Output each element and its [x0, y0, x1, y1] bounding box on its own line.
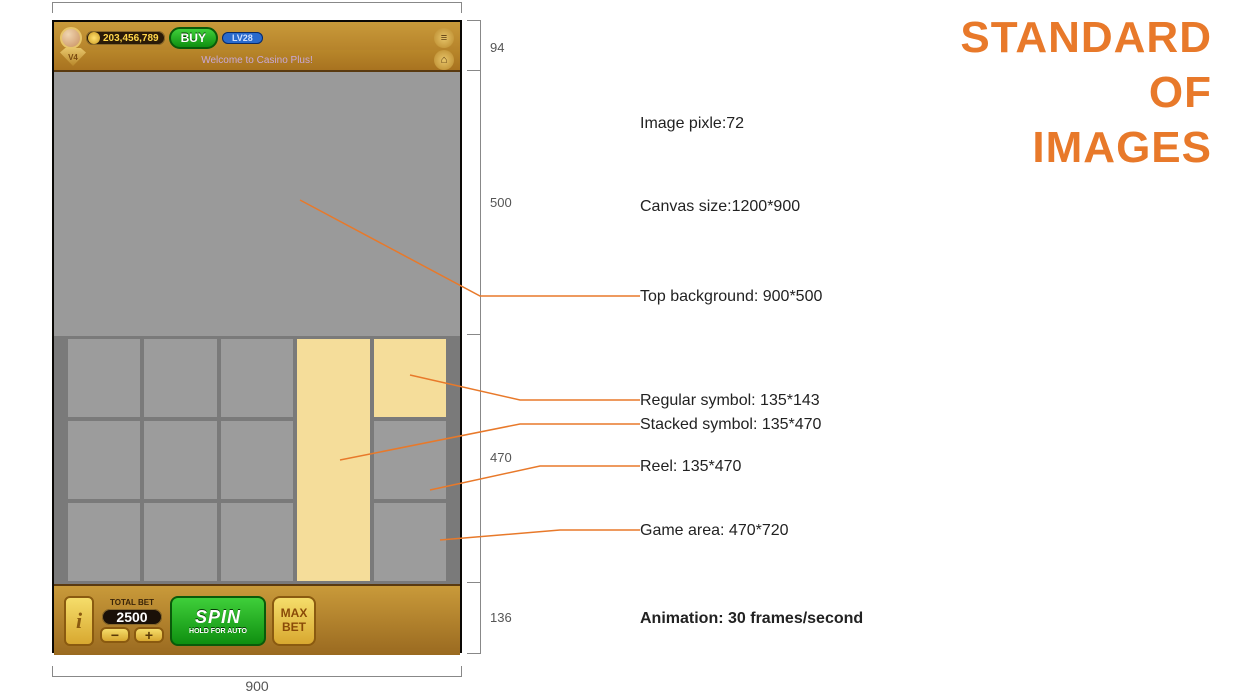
- spec-regular-symbol: Regular symbol: 135*143: [640, 392, 820, 410]
- buy-button[interactable]: BUY: [169, 27, 218, 49]
- dimension-top-label: 720: [245, 0, 268, 1]
- top-background-area: [54, 72, 460, 336]
- game-footer: i TOTAL BET 2500 − + SPIN HOLD FOR AUTO …: [54, 584, 460, 655]
- spec-reel: Reel: 135*470: [640, 458, 741, 476]
- dimension-bottom-label: 900: [245, 678, 268, 694]
- dimension-footer-h: 136: [490, 610, 512, 625]
- home-button[interactable]: ⌂: [434, 50, 454, 70]
- level-badge[interactable]: LV28: [222, 32, 263, 44]
- spec-top-bg: Top background: 900*500: [640, 288, 822, 306]
- title-line-3: IMAGES: [960, 120, 1212, 175]
- dimension-bottom: 900: [52, 663, 462, 677]
- stacked-symbol: [297, 339, 369, 581]
- total-bet-label: TOTAL BET: [110, 598, 154, 607]
- max-bet-line2: BET: [282, 621, 306, 634]
- spin-button[interactable]: SPIN HOLD FOR AUTO: [170, 596, 266, 646]
- spec-canvas-size: Canvas size:1200*900: [640, 198, 800, 216]
- info-button[interactable]: i: [64, 596, 94, 646]
- coin-value: 203,456,789: [103, 33, 159, 44]
- symbol-cell: [221, 421, 293, 499]
- marquee-text: Welcome to Casino Plus!: [201, 55, 313, 66]
- symbol-cell: [221, 503, 293, 581]
- bet-plus-button[interactable]: +: [134, 627, 164, 643]
- symbol-cell: [374, 503, 446, 581]
- symbol-cell: [68, 421, 140, 499]
- symbol-cell: [374, 421, 446, 499]
- title-line-2: OF: [960, 65, 1212, 120]
- dimension-top: 720: [52, 2, 462, 16]
- game-header: 203,456,789 BUY LV28 ≡ V4 Welcome to Cas…: [54, 22, 460, 72]
- total-bet-box: TOTAL BET 2500 − +: [100, 598, 164, 643]
- regular-symbol-highlight: [374, 339, 446, 417]
- symbol-cell: [68, 503, 140, 581]
- vip-badge[interactable]: V4: [60, 48, 86, 66]
- page-title: STANDARD OF IMAGES: [960, 10, 1212, 175]
- reel-5: [374, 339, 446, 581]
- total-bet-value: 2500: [102, 609, 161, 625]
- spec-game-area: Game area: 470*720: [640, 522, 789, 540]
- reel-1: [68, 339, 140, 581]
- coin-icon: [88, 32, 100, 44]
- menu-button[interactable]: ≡: [434, 28, 454, 48]
- symbol-cell: [221, 339, 293, 417]
- reel-4: [297, 339, 369, 581]
- reel-3: [221, 339, 293, 581]
- dimension-topbg-h: 500: [490, 195, 512, 210]
- dimension-header-h: 94: [490, 40, 504, 55]
- spin-label: SPIN: [195, 607, 241, 628]
- spec-animation: Animation: 30 frames/second: [640, 610, 863, 628]
- symbol-cell: [144, 421, 216, 499]
- symbol-cell: [68, 339, 140, 417]
- title-line-1: STANDARD: [960, 10, 1212, 65]
- bet-minus-button[interactable]: −: [100, 627, 130, 643]
- coin-balance[interactable]: 203,456,789: [86, 31, 165, 45]
- reel-2: [144, 339, 216, 581]
- phone-frame: 203,456,789 BUY LV28 ≡ V4 Welcome to Cas…: [52, 20, 462, 653]
- game-area: [54, 336, 460, 584]
- phone-diagram: 720 900 203,456,789 BUY LV28 ≡ V4 Welcom…: [52, 20, 502, 653]
- max-bet-line1: MAX: [281, 607, 308, 620]
- symbol-cell: [144, 503, 216, 581]
- max-bet-button[interactable]: MAX BET: [272, 596, 316, 646]
- spin-sublabel: HOLD FOR AUTO: [189, 628, 247, 635]
- spec-stacked-symbol: Stacked symbol: 135*470: [640, 416, 821, 434]
- avatar[interactable]: [60, 27, 82, 49]
- spec-image-pixel: Image pixle:72: [640, 115, 744, 133]
- symbol-cell: [144, 339, 216, 417]
- dimension-reels-h: 470: [490, 450, 512, 465]
